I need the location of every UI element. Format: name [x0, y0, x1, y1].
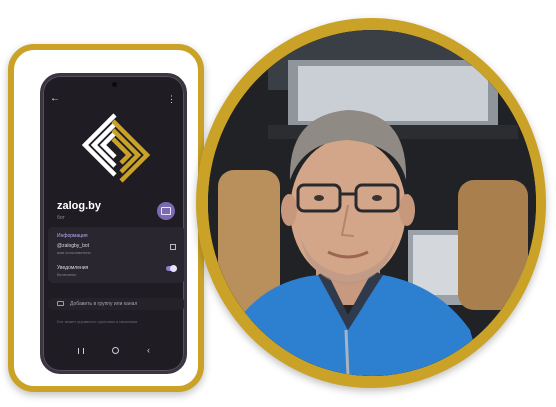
add-group-icon	[57, 301, 64, 306]
bot-note: Бот может управлять группами и каналами.	[57, 319, 139, 324]
back-arrow-icon[interactable]: ←	[50, 92, 60, 106]
zalog-logo	[81, 113, 151, 183]
profile-name: zalog.by	[57, 200, 102, 212]
notifications-toggle[interactable]	[166, 265, 177, 272]
username-caption: имя пользователя	[57, 250, 91, 255]
info-title: Информация	[57, 233, 88, 239]
info-section: Информация @zalogby_bot имя пользователя…	[48, 227, 184, 283]
front-camera	[112, 82, 117, 87]
recent-apps-icon[interactable]	[78, 348, 84, 354]
home-icon[interactable]	[112, 347, 119, 354]
top-bar: ← ⋮	[43, 92, 184, 108]
qr-code-icon[interactable]	[170, 244, 176, 250]
phone-screen: ← ⋮ zalog.by бот Информация @zalogby_bot…	[40, 73, 187, 374]
username[interactable]: @zalogby_bot	[57, 243, 89, 249]
notifications-state: Включены	[57, 272, 77, 277]
nav-back-icon[interactable]: ‹	[147, 345, 150, 355]
add-to-group-row[interactable]: Добавить в группу или канал	[48, 298, 184, 310]
system-nav-bar: ‹	[43, 345, 184, 357]
portrait-illustration	[208, 30, 536, 376]
message-button[interactable]	[157, 202, 175, 220]
message-icon	[161, 207, 171, 215]
person-photo	[208, 30, 536, 376]
more-vertical-icon[interactable]: ⋮	[167, 92, 176, 106]
notifications-title: Уведомления	[57, 265, 89, 271]
add-group-label: Добавить в группу или канал	[70, 301, 138, 307]
profile-subtitle: бот	[57, 215, 65, 221]
